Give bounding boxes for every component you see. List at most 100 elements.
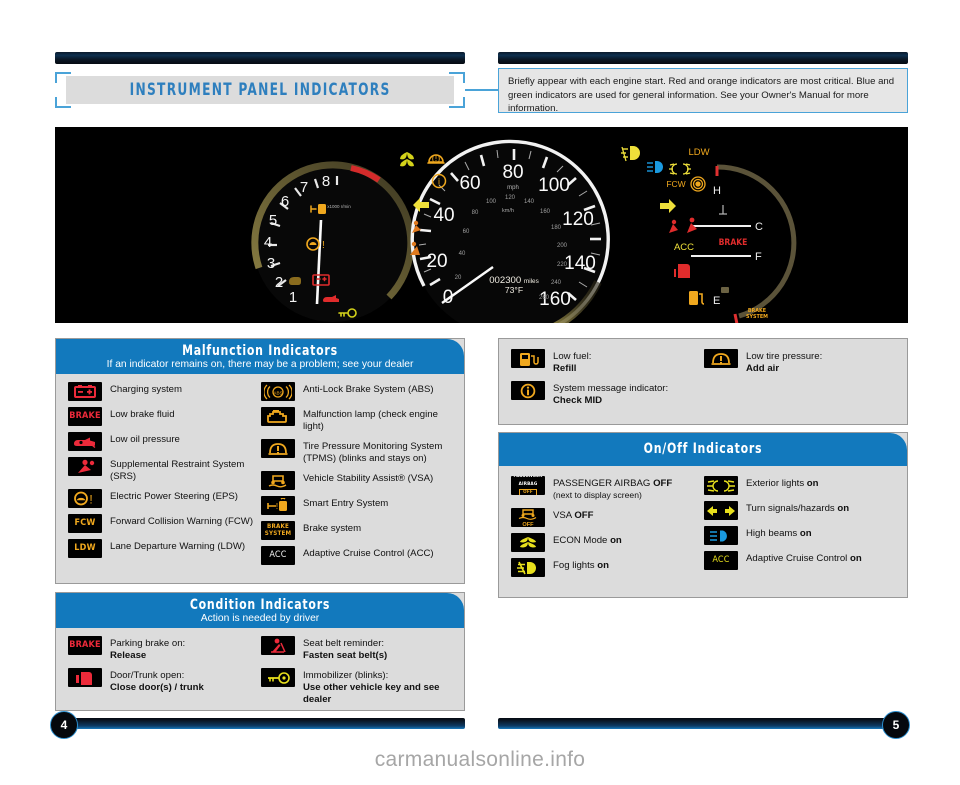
svg-text:5: 5 (269, 212, 277, 229)
svg-text:80: 80 (502, 162, 523, 183)
list-item-label: Electric Power Steering (EPS) (110, 491, 238, 503)
svg-text:!: ! (276, 502, 278, 511)
page-title: INSTRUMENT PANEL INDICATORS (129, 80, 391, 100)
list-item-title: ECON Mode (553, 535, 611, 547)
acc-text-icon: ACC (261, 546, 295, 566)
svg-text:100: 100 (486, 199, 497, 205)
list-item-title: VSA (553, 510, 575, 522)
basic-indicators-panel: Low fuel: Refill System message indicato… (498, 338, 908, 425)
list-item: Low fuel: Refill (511, 349, 704, 375)
list-item-action: Refill (553, 363, 577, 375)
top-bar-left (55, 52, 465, 64)
svg-text:(!): (!) (432, 153, 441, 163)
list-item: LDW Lane Departure Warning (LDW) (68, 539, 261, 559)
ldw-text-icon: LDW (68, 539, 102, 559)
brake-system-text-icon: BRAKE SYSTEM (261, 521, 295, 541)
list-item-title: PASSENGER AIRBAG (553, 478, 654, 489)
page-title-box: INSTRUMENT PANEL INDICATORS (66, 76, 454, 104)
acc-text-icon: ACC (704, 551, 738, 570)
list-item-label: VSA OFF (553, 508, 594, 522)
svg-text:6: 6 (281, 193, 289, 210)
list-item: Door/Trunk open: Close door(s) / trunk (68, 668, 261, 694)
svg-text:240: 240 (551, 280, 562, 286)
bottom-bar-left (55, 718, 465, 729)
list-item-title: Low fuel: (553, 351, 592, 362)
list-item-label: Tire Pressure Monitoring System (TPMS) (… (303, 441, 443, 465)
list-item-label: Forward Collision Warning (FCW) (110, 516, 254, 528)
fuel-pump-icon (511, 349, 545, 368)
immobilizer-key-icon (261, 668, 295, 688)
page-title-bracket: INSTRUMENT PANEL INDICATORS (55, 72, 465, 108)
watermark: carmanualsonline.info (374, 748, 586, 771)
svg-text:260: 260 (539, 295, 550, 301)
brake-text-icon: BRAKE (68, 636, 102, 655)
srs-airbag-icon (68, 457, 102, 476)
list-item-title: System message indicator: (553, 383, 669, 395)
icon-text: ACC (269, 550, 287, 561)
list-item-label: Supplemental Restraint System (SRS) (110, 459, 245, 483)
svg-text:!: ! (322, 240, 325, 251)
fog-light-icon (511, 558, 545, 578)
list-item: FCW Forward Collision Warning (FCW) (68, 514, 261, 534)
econ-leaf-icon (511, 533, 545, 553)
onoff-header: On/Off Indicators (499, 433, 907, 466)
malfunction-subtitle: If an indicator remains on, there may be… (106, 359, 414, 370)
list-item-label: Anti-Lock Brake System (ABS) (303, 384, 434, 395)
svg-text:140: 140 (564, 253, 596, 274)
svg-text:F: F (755, 251, 762, 263)
brake-text-icon: BRAKE (68, 407, 102, 426)
list-item-title: Parking brake on: (110, 638, 186, 649)
icon-text: BRAKE (69, 640, 101, 650)
svg-text:60: 60 (463, 229, 470, 235)
list-item-label: Turn signals/hazards on (746, 501, 849, 515)
list-item-action: Release (110, 650, 147, 662)
condition-title: Condition Indicators (189, 597, 331, 613)
icon-text-line2: AIRBAG (518, 481, 538, 487)
svg-text:LDW: LDW (688, 147, 709, 158)
malfunction-indicators-panel: Malfunction Indicators If an indicator r… (55, 338, 465, 584)
battery-charging-icon (68, 382, 102, 401)
svg-text:km/h: km/h (502, 208, 514, 214)
list-item: ECON Mode on (511, 533, 704, 553)
svg-text:2: 2 (275, 274, 283, 291)
svg-text:100: 100 (538, 175, 570, 196)
list-item-label: Immobilizer (blinks): Use other vehicle … (303, 668, 454, 706)
manual-page: INSTRUMENT PANEL INDICATORS Briefly appe… (0, 0, 960, 785)
list-item: ACC Adaptive Cruise Control (ACC) (261, 546, 454, 566)
list-item-label: Charging system (110, 384, 182, 395)
svg-text:180: 180 (551, 225, 562, 231)
list-item-state: on (799, 528, 812, 539)
svg-text:73°F: 73°F (505, 285, 523, 295)
condition-header: Condition Indicators Action is needed by… (56, 593, 464, 628)
bottom-bar-right (498, 718, 908, 729)
list-item-title: Low tire pressure: (746, 351, 823, 362)
list-item: ACC Adaptive Cruise Control on (704, 551, 897, 570)
list-item-label: Low tire pressure: Add air (746, 349, 822, 375)
list-item-state: OFF (653, 478, 673, 489)
svg-text:200: 200 (557, 243, 568, 249)
vsa-icon (261, 471, 295, 491)
condition-grid: BRAKE Parking brake on: Release Door/Tru… (56, 628, 464, 714)
list-item-label: Fog lights on (553, 558, 609, 572)
list-item: OFF VSA OFF (511, 508, 704, 528)
svg-text:E: E (713, 295, 720, 307)
basic-right-column: Low tire pressure: Add air (704, 349, 897, 407)
list-item-label: Malfunction lamp (check engine light) (303, 409, 438, 433)
list-item: Seat belt reminder: Fasten seat belt(s) (261, 636, 454, 662)
list-item: Charging system (68, 382, 261, 401)
list-item: Low oil pressure (68, 432, 261, 451)
svg-text:7: 7 (300, 179, 308, 196)
list-item: BRAKE SYSTEM Brake system (261, 521, 454, 541)
icon-text-line3: OFF (519, 489, 537, 495)
list-item-title: Exterior lights (746, 478, 807, 489)
svg-text:H: H (713, 185, 721, 197)
list-item: ! Electric Power Steering (EPS) (68, 489, 261, 509)
list-item-label: Low oil pressure (110, 434, 180, 445)
icon-text-line1: PASSENGER (513, 476, 543, 480)
tpms-icon (261, 439, 295, 459)
malfunction-title: Malfunction Indicators (182, 343, 338, 359)
abs-icon: ABS (261, 382, 295, 401)
condition-right-column: Seat belt reminder: Fasten seat belt(s) … (261, 636, 454, 706)
svg-text:120: 120 (562, 209, 594, 230)
svg-text:60: 60 (459, 173, 480, 194)
